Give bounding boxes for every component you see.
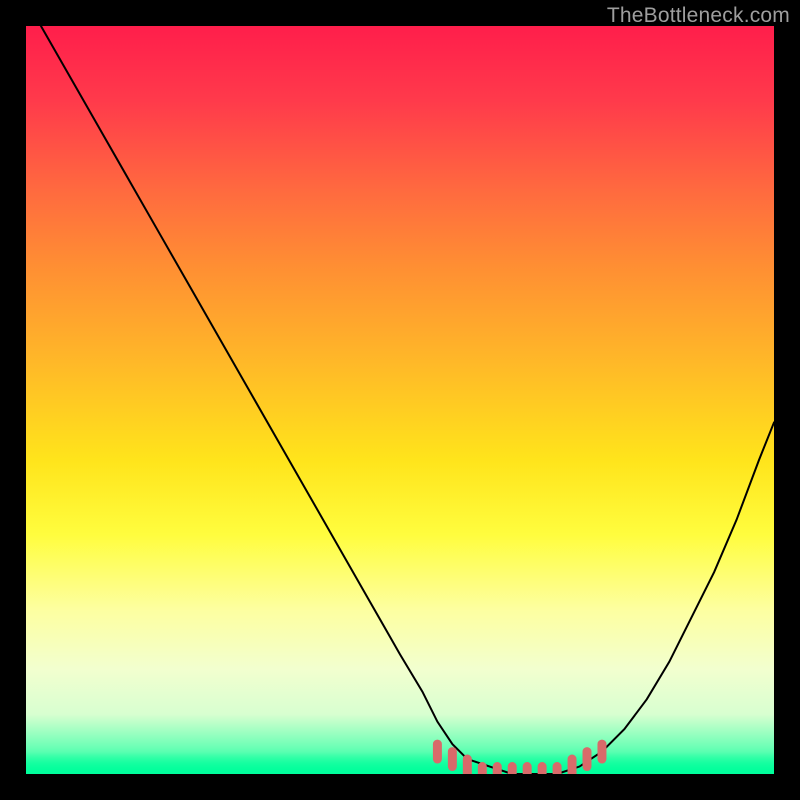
marker-dot <box>583 747 592 771</box>
marker-dot <box>597 740 606 764</box>
chart-svg <box>26 26 774 774</box>
marker-dot <box>553 762 562 774</box>
chart-stage: TheBottleneck.com <box>0 0 800 800</box>
marker-dot <box>463 755 472 774</box>
plot-area <box>26 26 774 774</box>
marker-dot <box>433 740 442 764</box>
bottleneck-curve <box>41 26 774 774</box>
zero-range-markers <box>433 740 607 774</box>
marker-dot <box>448 747 457 771</box>
marker-dot <box>568 755 577 774</box>
marker-dot <box>538 762 547 774</box>
marker-dot <box>523 762 532 774</box>
marker-dot <box>478 762 487 774</box>
watermark-text: TheBottleneck.com <box>607 4 790 28</box>
marker-dot <box>493 762 502 774</box>
marker-dot <box>508 762 517 774</box>
